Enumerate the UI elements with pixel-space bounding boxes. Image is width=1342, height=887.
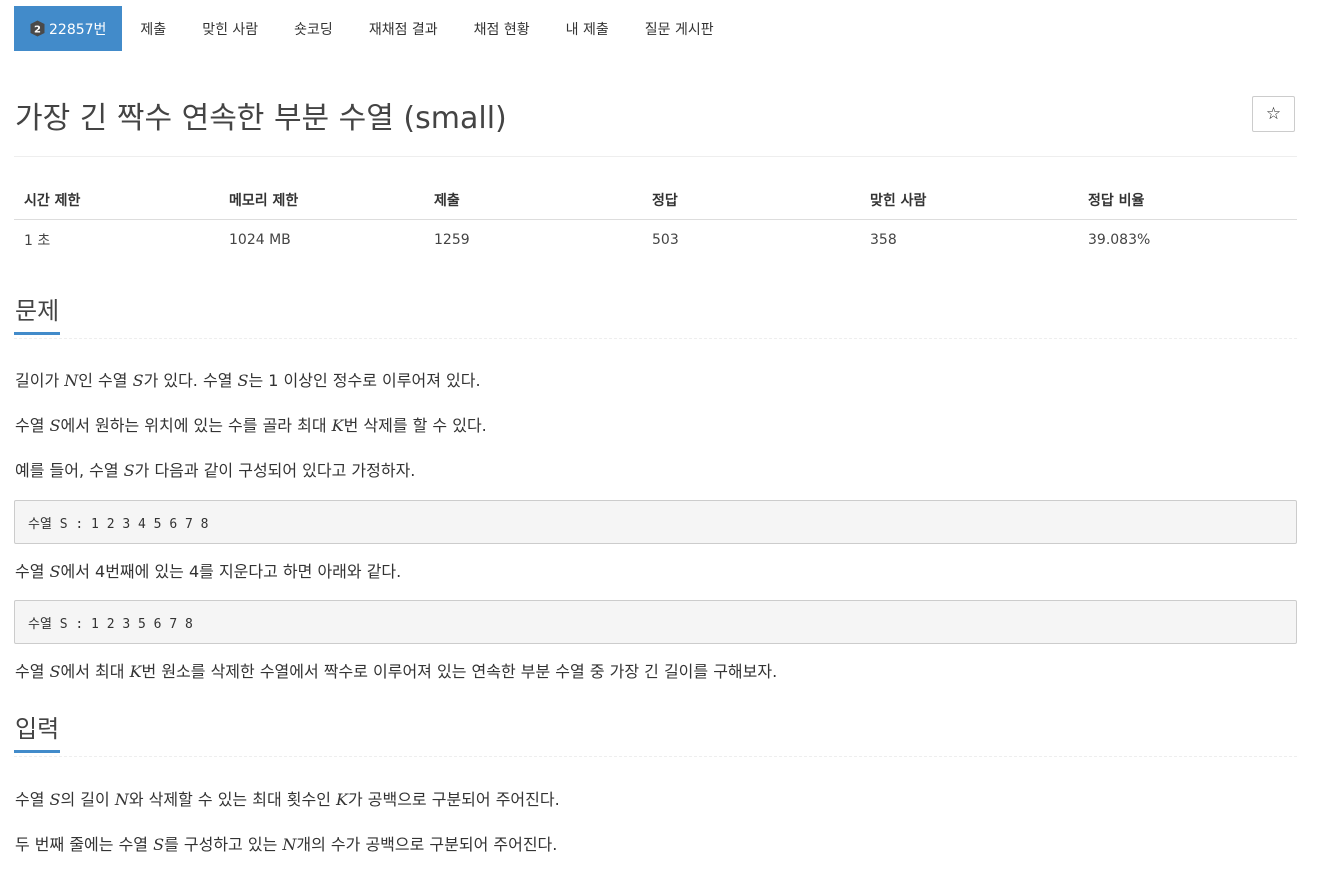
tab-submit[interactable]: 제출 bbox=[122, 6, 184, 51]
value-submissions: 1259 bbox=[434, 232, 470, 248]
tab-problem-number[interactable]: 2 22857번 bbox=[14, 6, 123, 51]
star-outline-icon: ☆ bbox=[1265, 104, 1282, 123]
math-var: S bbox=[123, 461, 135, 480]
tier-icon: 2 bbox=[30, 20, 45, 37]
value-memory-limit: 1024 MB bbox=[229, 232, 291, 248]
math-var: K bbox=[336, 790, 348, 809]
tab-question-board[interactable]: 질문 게시판 bbox=[627, 6, 732, 51]
problem-section-header: 문제 bbox=[14, 296, 1297, 339]
value-accept-ratio: 39.083% bbox=[1088, 232, 1151, 248]
problem-info-table: 시간 제한 메모리 제한 제출 정답 맞힌 사람 정답 비율 1 초 1024 … bbox=[14, 180, 1297, 260]
table-row: 1 초 1024 MB 1259 503 358 39.083% bbox=[14, 220, 1297, 261]
tab-solved-users[interactable]: 맞힌 사람 bbox=[184, 6, 276, 51]
math-var: N bbox=[282, 835, 297, 854]
table-header-row: 시간 제한 메모리 제한 제출 정답 맞힌 사람 정답 비율 bbox=[14, 180, 1297, 220]
problem-tab-bar: 2 22857번 제출 맞힌 사람 숏코딩 재채점 결과 채점 현황 내 제출 … bbox=[14, 6, 732, 51]
page-title: 가장 긴 짝수 연속한 부분 수열 (small) bbox=[15, 101, 507, 136]
input-section-title: 입력 bbox=[14, 714, 61, 753]
tab-status[interactable]: 채점 현황 bbox=[456, 6, 548, 51]
math-var: N bbox=[64, 371, 79, 390]
tab-label: 22857번 bbox=[49, 21, 107, 38]
header-submissions: 제출 bbox=[424, 180, 642, 220]
tab-rejudge-results[interactable]: 재채점 결과 bbox=[351, 6, 456, 51]
header-accept-ratio: 정답 비율 bbox=[1078, 180, 1297, 220]
math-var: S bbox=[237, 371, 249, 390]
math-var: K bbox=[331, 416, 344, 435]
problem-section-title: 문제 bbox=[14, 296, 61, 335]
math-var: K bbox=[129, 662, 142, 681]
problem-paragraph-3: 예를 들어, 수열 S가 다음과 같이 구성되어 있다고 가정하자. bbox=[15, 461, 416, 480]
value-time-limit: 1 초 bbox=[24, 233, 51, 249]
example-code-block-2: 수열 S : 1 2 3 5 6 7 8 bbox=[14, 600, 1297, 644]
math-var: S bbox=[49, 662, 61, 681]
value-solved-users: 358 bbox=[870, 232, 897, 248]
header-memory-limit: 메모리 제한 bbox=[219, 180, 424, 220]
tier-level: 2 bbox=[34, 25, 41, 36]
value-accepted: 503 bbox=[652, 232, 679, 248]
title-divider bbox=[14, 156, 1297, 157]
math-var: S bbox=[132, 371, 144, 390]
input-paragraph-2: 두 번째 줄에는 수열 S를 구성하고 있는 N개의 수가 공백으로 구분되어 … bbox=[15, 835, 558, 854]
problem-paragraph-2: 수열 S에서 원하는 위치에 있는 수를 골라 최대 K번 삭제를 할 수 있다… bbox=[15, 416, 487, 435]
example-code-block-1: 수열 S : 1 2 3 4 5 6 7 8 bbox=[14, 500, 1297, 544]
problem-paragraph-4: 수열 S에서 4번째에 있는 4를 지운다고 하면 아래와 같다. bbox=[15, 562, 402, 581]
math-var: S bbox=[49, 562, 61, 581]
tab-short-coding[interactable]: 숏코딩 bbox=[276, 6, 351, 51]
header-solved-users: 맞힌 사람 bbox=[860, 180, 1078, 220]
math-var: S bbox=[153, 835, 165, 854]
math-var: S bbox=[49, 416, 61, 435]
favorite-star-button[interactable]: ☆ bbox=[1252, 96, 1295, 132]
problem-paragraph-1: 길이가 N인 수열 S가 있다. 수열 S는 1 이상인 정수로 이루어져 있다… bbox=[15, 371, 481, 390]
problem-paragraph-5: 수열 S에서 최대 K번 원소를 삭제한 수열에서 짝수로 이루어져 있는 연속… bbox=[15, 662, 778, 681]
tab-my-submissions[interactable]: 내 제출 bbox=[548, 6, 627, 51]
math-var: S bbox=[49, 790, 61, 809]
input-section-header: 입력 bbox=[14, 714, 1297, 757]
header-time-limit: 시간 제한 bbox=[14, 180, 219, 220]
header-accepted: 정답 bbox=[642, 180, 860, 220]
input-paragraph-1: 수열 S의 길이 N와 삭제할 수 있는 최대 횟수인 K가 공백으로 구분되어… bbox=[15, 790, 560, 809]
math-var: N bbox=[114, 790, 129, 809]
